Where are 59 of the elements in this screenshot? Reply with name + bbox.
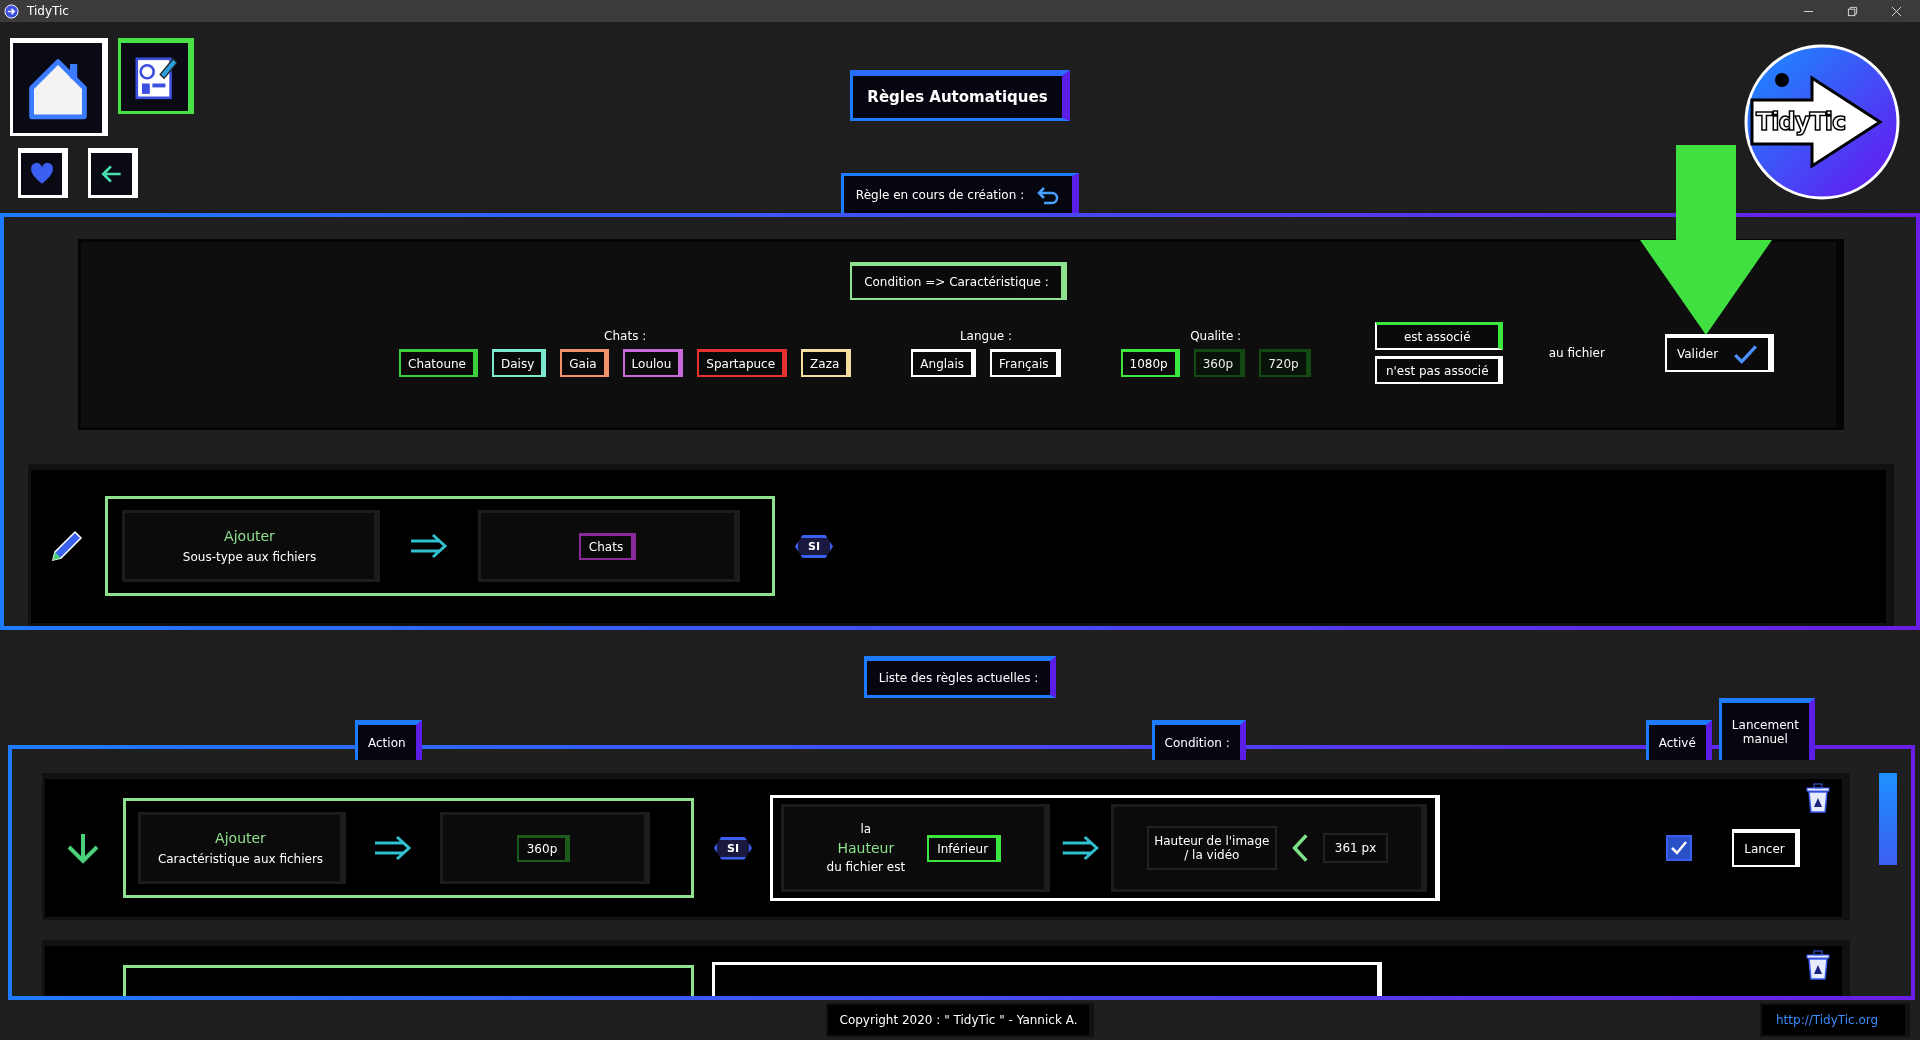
group-label: Qualite : xyxy=(1190,329,1242,343)
action-verb: Ajouter xyxy=(224,528,275,545)
active-checkbox[interactable] xyxy=(1666,835,1692,861)
check-icon xyxy=(1732,343,1759,365)
suffix-text: au fichier xyxy=(1548,346,1605,360)
filter-chip[interactable]: Anglais xyxy=(911,349,977,377)
amount-field: 361 px xyxy=(1322,833,1389,863)
home-button[interactable] xyxy=(10,38,108,136)
down-arrow-icon[interactable] xyxy=(65,832,101,864)
filter-chip[interactable]: Daisy xyxy=(492,349,547,377)
copyright-text: Copyright 2020 : " TidyTic " - Yannick A. xyxy=(825,1003,1095,1037)
trash-icon[interactable] xyxy=(1804,950,1832,980)
window-title: TidyTic xyxy=(27,4,69,18)
favorites-button[interactable] xyxy=(18,148,68,198)
creation-tab[interactable]: Règle en cours de création : xyxy=(840,173,1080,213)
pointer-arrow-icon xyxy=(1640,145,1772,335)
filter-chip[interactable]: 720p xyxy=(1259,349,1311,377)
if-marker: SI xyxy=(795,534,833,558)
filter-chip[interactable]: 1080p xyxy=(1120,349,1180,377)
launch-button[interactable]: Lancer xyxy=(1732,829,1800,867)
edit-document-button[interactable] xyxy=(118,38,194,114)
website-link[interactable]: http://TidyTic.org xyxy=(1760,1003,1910,1037)
filter-chip[interactable]: Loulou xyxy=(622,349,684,377)
undo-icon xyxy=(1036,184,1061,205)
restore-icon[interactable] xyxy=(1847,5,1858,17)
condition-article: la xyxy=(860,822,872,836)
scrollbar-thumb[interactable] xyxy=(1879,773,1897,865)
action-verb: Ajouter xyxy=(215,830,266,846)
filter-chip[interactable]: Spartapuce xyxy=(697,349,788,377)
close-icon[interactable] xyxy=(1891,5,1902,17)
condition-suffix: du fichier est xyxy=(826,860,906,874)
back-button[interactable] xyxy=(88,148,138,198)
filter-chip[interactable]: 360p xyxy=(1193,349,1246,377)
action-target: Caractéristique aux fichiers xyxy=(157,852,324,866)
action-target: Sous-type aux fichiers xyxy=(182,550,317,565)
filter-chip[interactable]: Zaza xyxy=(801,349,852,377)
trash-icon[interactable] xyxy=(1804,783,1832,813)
value-chip: Chats xyxy=(578,532,637,560)
association-option[interactable]: n'est pas associé xyxy=(1374,356,1503,384)
reference-field: Hauteur de l'image / la vidéo xyxy=(1146,826,1277,870)
filter-chip[interactable]: Chatoune xyxy=(399,349,478,377)
filter-chip[interactable]: Français xyxy=(990,349,1061,377)
condition-property: Hauteur xyxy=(837,840,895,856)
validate-button[interactable]: Valider xyxy=(1664,334,1775,372)
if-marker: SI xyxy=(714,836,752,860)
comparator-chip[interactable]: Inférieur xyxy=(927,834,1002,862)
logo-text: TidyTic xyxy=(1756,108,1846,136)
less-than-icon xyxy=(1290,833,1309,863)
value-chip: 360p xyxy=(516,834,571,862)
filter-chip[interactable]: Gaia xyxy=(560,349,609,377)
group-label: Chats : xyxy=(604,329,647,343)
condition-characteristic-button[interactable]: Condition => Caractéristique : xyxy=(850,262,1067,300)
double-arrow-icon xyxy=(372,834,414,862)
group-label: Langue : xyxy=(959,329,1012,343)
list-title: Liste des règles actuelles : xyxy=(863,656,1057,698)
association-option[interactable]: est associé xyxy=(1374,322,1503,350)
double-arrow-icon xyxy=(408,532,450,561)
page-title: Règles Automatiques xyxy=(850,70,1070,121)
app-icon xyxy=(4,3,19,19)
